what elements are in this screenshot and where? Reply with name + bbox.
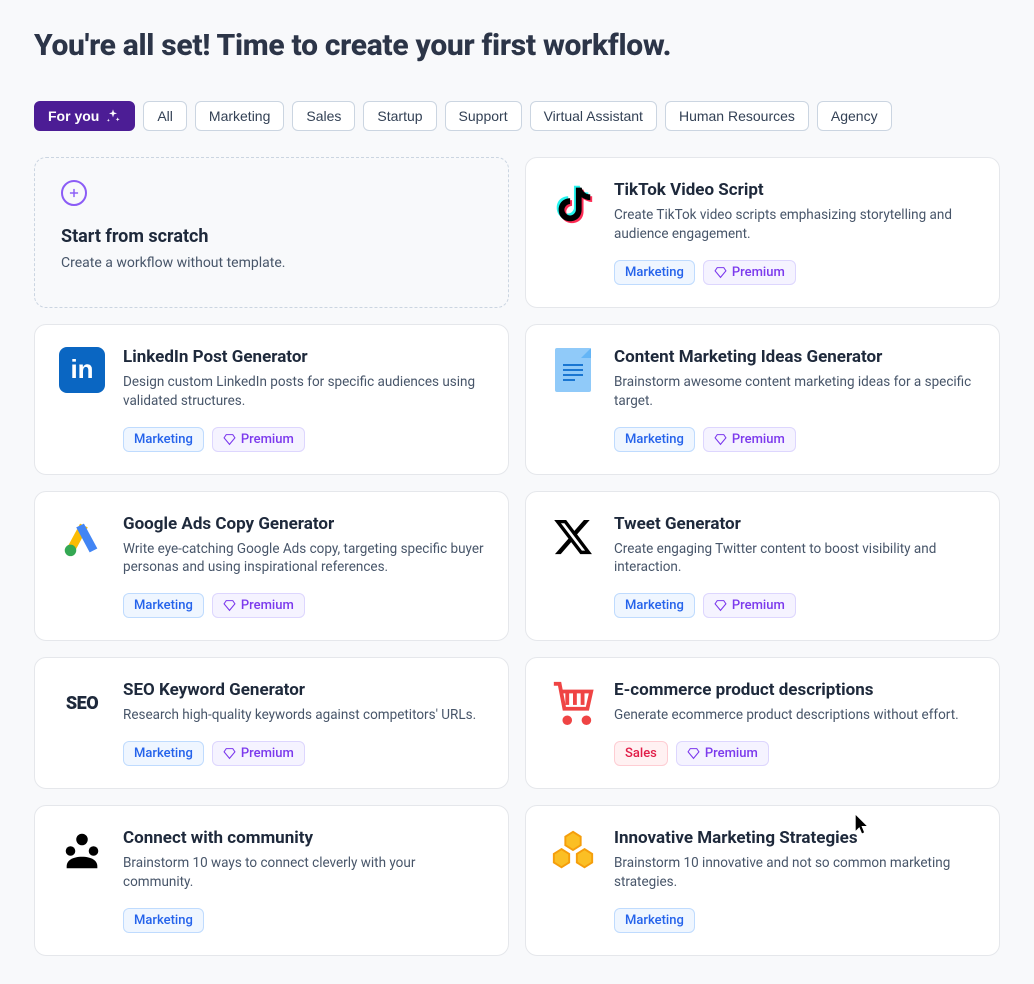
diamond-icon [687,747,700,760]
card-desc: Create TikTok video scripts emphasizing … [614,206,975,244]
card-title: TikTok Video Script [614,180,975,200]
template-card-linkedin[interactable]: in LinkedIn Post Generator Design custom… [34,324,509,475]
card-desc: Research high-quality keywords against c… [123,706,484,725]
tab-label: All [157,108,173,124]
tab-all[interactable]: All [143,101,187,131]
boxes-icon [550,828,596,874]
badge-marketing: Marketing [614,427,695,452]
tab-label: Virtual Assistant [544,108,643,124]
badge-marketing: Marketing [614,908,695,933]
plus-icon [61,180,87,206]
scratch-title: Start from scratch [61,226,482,247]
card-desc: Generate ecommerce product descriptions … [614,706,975,725]
category-tabs: For you All Marketing Sales Startup Supp… [34,101,1000,131]
badge-marketing: Marketing [614,260,695,285]
tab-label: For you [48,108,99,124]
tab-sales[interactable]: Sales [292,101,355,131]
shopping-cart-icon [550,680,596,726]
badge-label: Premium [241,598,294,613]
diamond-icon [223,747,236,760]
badge-premium: Premium [703,593,796,618]
tab-label: Startup [377,108,422,124]
x-twitter-icon [550,514,596,560]
card-desc: Brainstorm 10 innovative and not so comm… [614,854,975,892]
badge-label: Premium [705,746,758,761]
page-title: You're all set! Time to create your firs… [34,28,1000,63]
card-desc: Write eye-catching Google Ads copy, targ… [123,540,484,578]
badge-premium: Premium [703,260,796,285]
tab-virtual-assistant[interactable]: Virtual Assistant [530,101,657,131]
diamond-icon [714,599,727,612]
community-icon [59,828,105,874]
card-title: SEO Keyword Generator [123,680,484,700]
badge-label: Premium [732,432,785,447]
card-desc: Create engaging Twitter content to boost… [614,540,975,578]
tab-support[interactable]: Support [445,101,522,131]
badge-premium: Premium [212,593,305,618]
template-card-google-ads[interactable]: Google Ads Copy Generator Write eye-catc… [34,491,509,642]
badge-marketing: Marketing [614,593,695,618]
tab-for-you[interactable]: For you [34,101,135,131]
tiktok-icon [550,180,596,226]
badge-premium: Premium [212,427,305,452]
badge-premium: Premium [212,741,305,766]
card-desc: Design custom LinkedIn posts for specifi… [123,373,484,411]
diamond-icon [714,266,727,279]
google-ads-icon [59,514,105,560]
tab-marketing[interactable]: Marketing [195,101,284,131]
card-desc: Brainstorm 10 ways to connect cleverly w… [123,854,484,892]
template-card-community[interactable]: Connect with community Brainstorm 10 way… [34,805,509,956]
card-title: Google Ads Copy Generator [123,514,484,534]
template-card-content-marketing[interactable]: Content Marketing Ideas Generator Brains… [525,324,1000,475]
badge-marketing: Marketing [123,427,204,452]
tab-label: Support [459,108,508,124]
tab-human-resources[interactable]: Human Resources [665,101,809,131]
badge-marketing: Marketing [123,593,204,618]
badge-label: Premium [241,432,294,447]
badge-marketing: Marketing [123,741,204,766]
badge-label: Premium [732,265,785,280]
card-title: Connect with community [123,828,484,848]
badge-sales: Sales [614,741,668,766]
scratch-desc: Create a workflow without template. [61,255,482,271]
template-card-innovative-marketing[interactable]: Innovative Marketing Strategies Brainsto… [525,805,1000,956]
tab-label: Sales [306,108,341,124]
diamond-icon [223,599,236,612]
tab-agency[interactable]: Agency [817,101,892,131]
diamond-icon [714,433,727,446]
card-title: LinkedIn Post Generator [123,347,484,367]
template-card-ecommerce[interactable]: E-commerce product descriptions Generate… [525,657,1000,789]
badge-premium: Premium [703,427,796,452]
tab-label: Human Resources [679,108,795,124]
badge-label: Premium [241,746,294,761]
template-card-seo[interactable]: SEO SEO Keyword Generator Research high-… [34,657,509,789]
seo-icon: SEO [59,680,105,726]
badge-marketing: Marketing [123,908,204,933]
template-card-tweet[interactable]: Tweet Generator Create engaging Twitter … [525,491,1000,642]
tab-startup[interactable]: Startup [363,101,436,131]
template-grid: Start from scratch Create a workflow wit… [34,157,1000,956]
badge-premium: Premium [676,741,769,766]
template-card-tiktok[interactable]: TikTok Video Script Create TikTok video … [525,157,1000,308]
diamond-icon [223,433,236,446]
card-title: Innovative Marketing Strategies [614,828,975,848]
tab-label: Agency [831,108,878,124]
card-title: Content Marketing Ideas Generator [614,347,975,367]
card-title: E-commerce product descriptions [614,680,975,700]
linkedin-icon: in [59,347,105,393]
tab-label: Marketing [209,108,270,124]
document-icon [550,347,596,393]
sparkle-icon [105,108,121,124]
card-title: Tweet Generator [614,514,975,534]
badge-label: Premium [732,598,785,613]
card-desc: Brainstorm awesome content marketing ide… [614,373,975,411]
start-from-scratch-card[interactable]: Start from scratch Create a workflow wit… [34,157,509,308]
